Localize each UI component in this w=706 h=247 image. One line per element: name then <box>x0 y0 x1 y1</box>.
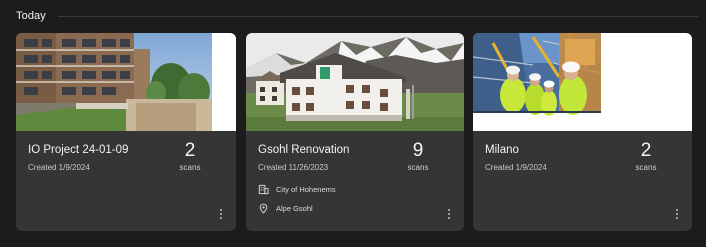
location-pin-icon <box>259 203 268 214</box>
card-body: Milano Created 1/9/2024 2 scans <box>485 141 680 231</box>
scan-count-label: scans <box>407 163 429 172</box>
project-thumbnail <box>246 33 464 131</box>
project-card-gsohl-renovation[interactable]: Gsohl Renovation Created 11/26/2023 9 sc… <box>246 33 464 231</box>
project-thumbnail-image <box>473 33 692 131</box>
project-thumbnail <box>473 33 692 131</box>
project-card-io-project[interactable]: IO Project 24-01-09 Created 1/9/2024 2 s… <box>16 33 236 231</box>
section-header: Today <box>8 7 700 25</box>
project-title: IO Project 24-01-09 <box>28 144 129 156</box>
project-thumbnail <box>16 33 236 131</box>
projects-panel: Today IO Project 24-01-09 Created 1/9/20… <box>0 0 706 247</box>
project-thumbnail-image <box>246 33 464 131</box>
more-options-button[interactable] <box>216 207 226 221</box>
scan-count-label: scans <box>635 163 657 172</box>
project-client: City of Hohenems <box>258 184 336 195</box>
project-client-name: City of Hohenems <box>276 185 336 194</box>
card-body: Gsohl Renovation Created 11/26/2023 9 sc… <box>258 141 452 231</box>
card-body: IO Project 24-01-09 Created 1/9/2024 2 s… <box>28 141 224 231</box>
project-location: Alpe Gsohl <box>258 203 313 214</box>
scan-count-number: 2 <box>640 140 652 161</box>
project-created-date: Created 1/9/2024 <box>28 163 90 172</box>
scan-count-number: 9 <box>412 140 424 161</box>
scan-count-label: scans <box>179 163 201 172</box>
scan-count: 2 scans <box>626 140 666 173</box>
project-created-date: Created 11/26/2023 <box>258 163 329 172</box>
project-thumbnail-image <box>16 33 236 131</box>
project-card-list: IO Project 24-01-09 Created 1/9/2024 2 s… <box>16 33 692 231</box>
more-options-button[interactable] <box>672 207 682 221</box>
building-icon <box>258 184 269 195</box>
project-title: Gsohl Renovation <box>258 144 350 156</box>
project-created-date: Created 1/9/2024 <box>485 163 547 172</box>
project-location-name: Alpe Gsohl <box>276 204 313 213</box>
project-card-milano[interactable]: Milano Created 1/9/2024 2 scans <box>473 33 692 231</box>
project-title: Milano <box>485 144 519 156</box>
more-options-button[interactable] <box>444 207 454 221</box>
section-divider <box>57 15 698 17</box>
section-title: Today <box>16 10 46 22</box>
scan-count: 2 scans <box>170 140 210 173</box>
scan-count: 9 scans <box>398 140 438 173</box>
scan-count-number: 2 <box>184 140 196 161</box>
